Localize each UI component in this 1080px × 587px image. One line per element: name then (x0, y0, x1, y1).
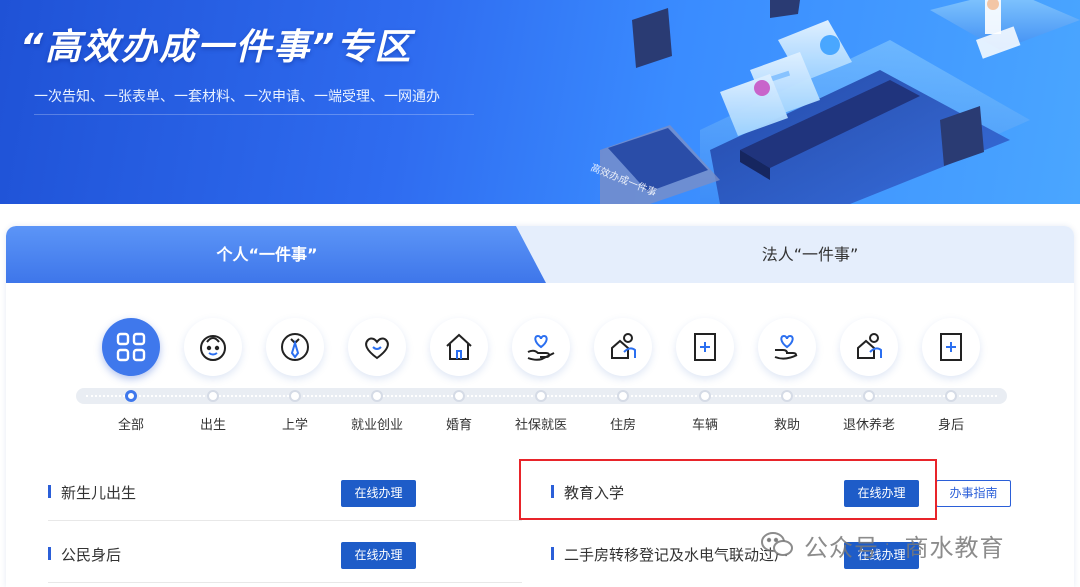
category-school[interactable]: 上学 (255, 318, 335, 438)
tab-bar: 个人“一件事” 法人“一件事” (6, 226, 1074, 283)
care-hand-icon (512, 318, 570, 376)
service-guide-button[interactable]: 办事指南 (936, 480, 1011, 507)
divider (48, 582, 522, 583)
category-label: 婚育 (445, 418, 472, 433)
category-housing[interactable]: 住房 (583, 318, 663, 438)
category-all[interactable]: 全部 (91, 318, 171, 438)
category-birth[interactable]: 出生 (173, 318, 253, 438)
banner-subtitle: 一次告知、一张表单、一套材料、一次申请、一端受理、一网通办 (34, 86, 474, 115)
tab-legal-person[interactable]: 法人“一件事” (546, 226, 1074, 283)
category-marriage[interactable]: 婚育 (419, 318, 499, 438)
plus-document-icon (676, 318, 734, 376)
grid-icon (102, 318, 160, 376)
hero-banner: “高效办成一件事”专区 一次告知、一张表单、一套材料、一次申请、一端受理、一网通… (0, 0, 1080, 204)
school-tie-icon (266, 318, 324, 376)
category-vehicle[interactable]: 车辆 (665, 318, 745, 438)
category-label: 全部 (117, 418, 144, 433)
wechat-icon (761, 532, 793, 556)
category-label: 就业创业 (350, 418, 403, 433)
category-label: 社保就医 (514, 418, 567, 433)
home-icon (430, 318, 488, 376)
tab-personal[interactable]: 个人“一件事” (6, 226, 546, 283)
online-apply-button[interactable]: 在线办理 (341, 480, 416, 507)
heart-hand-icon (758, 318, 816, 376)
category-social-security[interactable]: 社保就医 (501, 318, 581, 438)
banner-title: “高效办成一件事”专区 (20, 27, 413, 68)
category-retirement[interactable]: 退休养老 (829, 318, 909, 438)
watermark-prefix: 公众号 (804, 533, 879, 562)
divider (48, 520, 522, 521)
category-label: 住房 (609, 418, 636, 433)
highlight-annotation (519, 459, 937, 520)
category-label: 出生 (199, 418, 226, 433)
wechat-watermark: 公众号 · 商水教育 (760, 528, 1004, 562)
watermark-account-name: 商水教育 (904, 533, 1005, 562)
plus-document-icon (922, 318, 980, 376)
category-after-death[interactable]: 身后 (911, 318, 991, 438)
category-label: 上学 (281, 418, 308, 433)
elder-person-icon (840, 318, 898, 376)
category-label: 救助 (773, 418, 800, 433)
service-second-hand-house-transfer[interactable]: 二手房转移登记及水电气联动过户 (551, 544, 789, 565)
category-employment[interactable]: 就业创业 (337, 318, 417, 438)
heart-hands-icon (348, 318, 406, 376)
online-apply-button[interactable]: 在线办理 (341, 542, 416, 569)
service-newborn[interactable]: 新生儿出生 (48, 482, 136, 503)
watermark-separator: · (885, 537, 891, 553)
service-citizen-after-death[interactable]: 公民身后 (48, 544, 121, 565)
category-label: 身后 (937, 418, 964, 433)
category-label: 车辆 (691, 418, 718, 433)
house-person-icon (594, 318, 652, 376)
category-relief[interactable]: 救助 (747, 318, 827, 438)
isometric-illustration: 高效办成一件事 (589, 0, 1080, 204)
baby-icon (184, 318, 242, 376)
category-label: 退休养老 (842, 418, 895, 433)
